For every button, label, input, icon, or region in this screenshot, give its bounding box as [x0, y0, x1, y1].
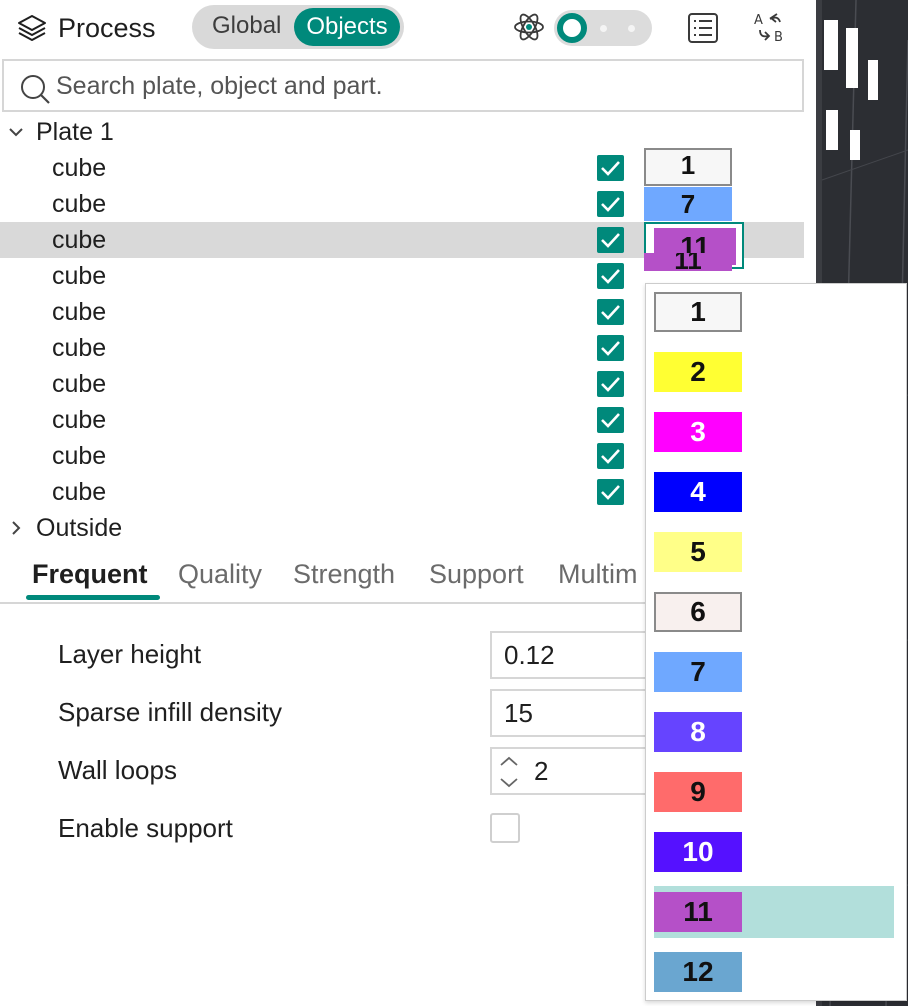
- extruder-color-chip: 6: [654, 592, 742, 632]
- object-name: cube: [52, 370, 107, 398]
- enable-support-checkbox[interactable]: [490, 813, 520, 843]
- chevron-down-icon[interactable]: [6, 122, 26, 142]
- panel-title: Process: [58, 13, 156, 43]
- spin-arrows-icon[interactable]: [498, 753, 520, 791]
- object-name: cube: [52, 406, 107, 434]
- toggle-dot: [628, 25, 635, 32]
- extruder-color-chip: 9: [654, 772, 742, 812]
- object-visible-checkbox[interactable]: [597, 443, 624, 469]
- tab-quality[interactable]: Quality: [178, 558, 262, 590]
- extruder-option-4[interactable]: 4: [654, 466, 894, 518]
- mode-global-button[interactable]: Global: [204, 5, 289, 49]
- object-name: cube: [52, 298, 107, 326]
- extruder-option-10[interactable]: 10: [654, 826, 894, 878]
- check-icon: [601, 269, 620, 284]
- tab-support[interactable]: Support: [429, 558, 524, 590]
- toggle-dot: [600, 25, 607, 32]
- extruder-color-chip: 1: [654, 292, 742, 332]
- compare-icon[interactable]: A B: [752, 10, 790, 44]
- object-visible-checkbox[interactable]: [597, 335, 624, 361]
- extruder-option-11[interactable]: 11: [654, 886, 894, 938]
- object-name: cube: [52, 154, 107, 182]
- extruder-color-chip: 2: [654, 352, 742, 392]
- object-visible-checkbox[interactable]: [597, 479, 624, 505]
- mode-objects-button[interactable]: Objects: [294, 8, 400, 46]
- check-icon: [601, 341, 620, 356]
- mode-switch: Global Objects: [192, 5, 404, 49]
- tab-frequent[interactable]: Frequent: [32, 558, 148, 590]
- object-name: cube: [52, 190, 107, 218]
- sparse-infill-label: Sparse infill density: [58, 697, 282, 727]
- extruder-color-chip: 5: [654, 532, 742, 572]
- check-icon: [601, 197, 620, 212]
- extruder-chip[interactable]: 11: [644, 253, 732, 271]
- extruder-color-chip: 7: [654, 652, 742, 692]
- tab-strength[interactable]: Strength: [293, 558, 395, 590]
- search-icon: [21, 75, 50, 104]
- layer-height-input[interactable]: 0.12: [490, 631, 660, 679]
- layer-height-label: Layer height: [58, 639, 202, 669]
- layers-icon: [18, 15, 46, 41]
- object-name: cube: [52, 262, 107, 290]
- check-icon: [601, 449, 620, 464]
- svg-text:A: A: [754, 13, 763, 28]
- check-icon: [601, 233, 620, 248]
- extruder-color-chip: 12: [654, 952, 742, 992]
- process-header: Process Global Objects A B: [0, 0, 816, 56]
- search-input[interactable]: [56, 69, 756, 103]
- atom-icon[interactable]: [512, 10, 546, 44]
- extruder-color-chip: 10: [654, 832, 742, 872]
- extruder-option-12[interactable]: 12: [654, 946, 894, 998]
- check-icon: [601, 377, 620, 392]
- outside-label: Outside: [36, 514, 123, 542]
- toggle-knob: [557, 13, 587, 43]
- extruder-option-3[interactable]: 3: [654, 406, 894, 458]
- extruder-chip[interactable]: 1: [644, 148, 732, 186]
- extruder-option-2[interactable]: 2: [654, 346, 894, 398]
- svg-text:B: B: [774, 30, 783, 44]
- extruder-chip[interactable]: 7: [644, 187, 732, 221]
- extruder-option-7[interactable]: 7: [654, 646, 894, 698]
- enable-support-label: Enable support: [58, 813, 233, 843]
- object-name: cube: [52, 334, 107, 362]
- check-icon: [601, 485, 620, 500]
- list-view-icon[interactable]: [686, 12, 720, 44]
- extruder-option-8[interactable]: 8: [654, 706, 894, 758]
- wall-loops-value: 2: [534, 756, 549, 786]
- object-visible-checkbox[interactable]: [597, 191, 624, 217]
- tree-plate-row[interactable]: Plate 1: [0, 114, 804, 150]
- extruder-option-9[interactable]: 9: [654, 766, 894, 818]
- tab-multimaterial[interactable]: Multim: [558, 558, 638, 590]
- check-icon: [601, 305, 620, 320]
- advanced-toggle[interactable]: [554, 10, 652, 46]
- extruder-color-chip: 11: [654, 892, 742, 932]
- active-tab-indicator: [26, 595, 160, 600]
- extruder-dropdown: 1 2 3 4 5 6 7 8 9 10 11 12: [645, 283, 907, 1001]
- plate-label: Plate 1: [36, 118, 114, 146]
- wall-loops-stepper[interactable]: 2: [490, 747, 660, 795]
- object-name: cube: [52, 442, 107, 470]
- extruder-option-5[interactable]: 5: [654, 526, 894, 578]
- object-visible-checkbox[interactable]: [597, 155, 624, 181]
- search-box: [2, 59, 804, 112]
- extruder-color-chip: 4: [654, 472, 742, 512]
- object-name: cube: [52, 226, 107, 254]
- extruder-color-chip: 3: [654, 412, 742, 452]
- object-visible-checkbox[interactable]: [597, 371, 624, 397]
- check-icon: [601, 413, 620, 428]
- chevron-right-icon[interactable]: [6, 518, 26, 538]
- extruder-color-chip: 8: [654, 712, 742, 752]
- object-visible-checkbox[interactable]: [597, 263, 624, 289]
- check-icon: [601, 161, 620, 176]
- extruder-option-6[interactable]: 6: [654, 586, 894, 638]
- object-name: cube: [52, 478, 107, 506]
- object-visible-checkbox[interactable]: [597, 407, 624, 433]
- object-visible-checkbox[interactable]: [597, 227, 624, 253]
- extruder-option-1[interactable]: 1: [654, 286, 894, 338]
- object-visible-checkbox[interactable]: [597, 299, 624, 325]
- wall-loops-label: Wall loops: [58, 755, 177, 785]
- sparse-infill-input[interactable]: 15: [490, 689, 660, 737]
